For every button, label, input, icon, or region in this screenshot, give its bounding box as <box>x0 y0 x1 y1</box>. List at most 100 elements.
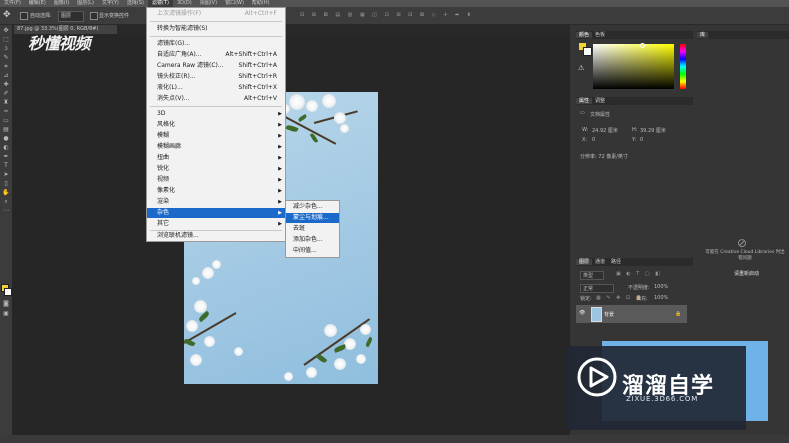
layer-filter-icons[interactable]: ▣ ◐ T ▢ ◧ <box>616 271 662 277</box>
eraser-icon[interactable]: ▭ <box>2 117 10 124</box>
filter-menu: 上次滤镜操作(F) Alt+Ctrl+F 转换为智能滤镜(S) 滤镜库(G)...… <box>146 7 286 242</box>
menu-view[interactable]: 视图(V) <box>196 0 221 7</box>
zoom-icon[interactable]: ⌕ <box>2 198 10 205</box>
marquee-icon[interactable]: ⬚ <box>2 36 10 43</box>
menu-item-convert-smart-filter[interactable]: 转换为智能滤镜(S) <box>147 24 285 34</box>
fill-label: 填充: <box>636 296 648 302</box>
align-icons[interactable]: ⊟ ⊞ ⊠ ▤ ▥ ▦ ◫ ⊡ ⊞ ⊟ ⊠ ◇ ✛ ⬌ ⬍ <box>300 12 474 18</box>
chevron-right-icon: ▶ <box>278 221 282 227</box>
hue-slider[interactable] <box>680 44 686 89</box>
x-value[interactable]: 0 <box>592 137 595 143</box>
move-icon[interactable]: ✥ <box>2 27 10 34</box>
menu-window[interactable]: 窗口(W) <box>221 0 248 7</box>
y-value[interactable]: 0 <box>640 137 643 143</box>
auto-select-dropdown[interactable]: 图层 <box>58 11 84 22</box>
menu-item-distort[interactable]: 扭曲 ▶ <box>147 153 285 163</box>
chevron-right-icon: ▶ <box>278 111 282 117</box>
menu-file[interactable]: 文件(F) <box>0 0 25 7</box>
path-select-icon[interactable]: ➤ <box>2 171 10 178</box>
gradient-icon[interactable]: ▤ <box>2 126 10 133</box>
brush-icon[interactable]: ✐ <box>2 90 10 97</box>
menu-item-median[interactable]: 中间值... <box>286 246 339 256</box>
layer-name[interactable]: 背景 <box>604 311 614 318</box>
menu-image[interactable]: 图像(I) <box>50 0 73 7</box>
menu-3d[interactable]: 3D(D) <box>173 0 196 7</box>
screen-mode-icon[interactable]: ▣ <box>2 310 10 317</box>
color-field[interactable] <box>593 44 674 89</box>
menu-item-3d[interactable]: 3D ▶ <box>147 109 285 119</box>
menu-item-other[interactable]: 其它 ▶ <box>147 219 285 229</box>
menu-item-pixelate[interactable]: 像素化 ▶ <box>147 186 285 196</box>
menu-type[interactable]: 文字(Y) <box>98 0 123 7</box>
chevron-right-icon: ▶ <box>278 122 282 128</box>
flower-shape <box>306 100 318 112</box>
tab-adjustments[interactable]: 调整 <box>592 98 608 104</box>
menu-item-stylize[interactable]: 风格化 ▶ <box>147 120 285 130</box>
menu-item-reduce-noise[interactable]: 减少杂色... <box>286 202 339 212</box>
menu-select[interactable]: 选择(S) <box>123 0 148 7</box>
lasso-icon[interactable]: ↄ <box>2 45 10 52</box>
pen-icon[interactable]: ✒ <box>2 153 10 160</box>
fill-value[interactable]: 100% <box>654 295 668 301</box>
height-value[interactable]: 39.29 厘米 <box>640 127 666 134</box>
quick-mask-icon[interactable]: ◙ <box>2 300 10 307</box>
shape-icon[interactable]: ▯ <box>2 180 10 187</box>
menu-item-add-noise[interactable]: 添加杂色... <box>286 235 339 245</box>
tab-properties[interactable]: 属性 <box>576 98 593 104</box>
width-value[interactable]: 24.92 厘米 <box>592 127 618 134</box>
healing-icon[interactable]: ✚ <box>2 81 10 88</box>
move-tool-icon[interactable]: ✥ <box>3 10 11 20</box>
show-transform-checkbox[interactable] <box>90 12 98 20</box>
menu-item-dust-and-scratches[interactable]: 蒙尘与划痕... <box>286 213 339 223</box>
eyedropper-icon[interactable]: ⊿ <box>2 72 10 79</box>
menu-item-filter-gallery[interactable]: 滤镜库(G)... <box>147 39 285 49</box>
crop-icon[interactable]: ⌗ <box>2 63 10 70</box>
blur-icon[interactable]: ● <box>2 135 10 142</box>
menu-item-video[interactable]: 视频 ▶ <box>147 175 285 185</box>
menu-item-render[interactable]: 渲染 ▶ <box>147 197 285 207</box>
quick-select-icon[interactable]: ✎ <box>2 54 10 61</box>
logo-watermark: 秒懂视频 <box>28 34 91 53</box>
menu-item-noise[interactable]: 杂色 ▶ <box>147 208 285 218</box>
history-brush-icon[interactable]: ✑ <box>2 108 10 115</box>
menu-item-liquify[interactable]: 液化(L)... Shift+Ctrl+X <box>147 83 285 93</box>
menu-edit[interactable]: 编辑(E) <box>25 0 50 7</box>
menu-layer[interactable]: 图层(L) <box>73 0 98 7</box>
menu-item-adaptive-wide-angle[interactable]: 自适应广角(A)... Alt+Shift+Ctrl+A <box>147 50 285 60</box>
properties-panel-header: 属性 调整 <box>576 97 693 105</box>
tab-color[interactable]: 颜色 <box>576 32 593 38</box>
auto-select-checkbox[interactable] <box>20 12 28 20</box>
menu-help[interactable]: 帮助(H) <box>248 0 274 7</box>
tab-swatches[interactable]: 色板 <box>592 32 608 38</box>
menu-item-browse-online-filters[interactable]: 浏览联机滤镜... <box>147 231 285 241</box>
eye-icon[interactable]: 👁 <box>579 310 585 316</box>
dodge-icon[interactable]: ◐ <box>2 144 10 151</box>
menu-item-lens-correction[interactable]: 镜头校正(R)... Shift+Ctrl+R <box>147 72 285 82</box>
menu-item-blur-gallery[interactable]: 模糊画廊 ▶ <box>147 142 285 152</box>
menu-item-last-filter[interactable]: 上次滤镜操作(F) Alt+Ctrl+F <box>147 9 285 19</box>
color-picker-cursor[interactable] <box>640 43 645 48</box>
menu-item-sharpen[interactable]: 锐化 ▶ <box>147 164 285 174</box>
tab-library[interactable]: 库 <box>697 32 709 38</box>
type-icon[interactable]: T <box>2 162 10 169</box>
background-swatch[interactable] <box>583 47 592 56</box>
layer-kind-filter[interactable]: 类型 <box>580 271 605 280</box>
blend-mode-dropdown[interactable]: 正常 <box>580 284 615 293</box>
resolution-text: 分辨率: 72 像素/英寸 <box>580 154 628 160</box>
hand-icon[interactable]: ✋ <box>2 189 10 196</box>
chevron-right-icon: ▶ <box>278 210 282 216</box>
menu-item-camera-raw[interactable]: Camera Raw 滤镜(C)... Shift+Ctrl+A <box>147 61 285 71</box>
restart-link[interactable]: 请重新启动 <box>734 270 759 277</box>
tab-paths[interactable]: 路径 <box>608 259 624 265</box>
tab-channels[interactable]: 通道 <box>592 259 608 265</box>
menu-filter[interactable]: 滤镜(T) <box>147 0 173 7</box>
menu-item-despeckle[interactable]: 去斑 <box>286 224 339 234</box>
menu-item-blur[interactable]: 模糊 ▶ <box>147 131 285 141</box>
menu-item-vanishing-point[interactable]: 消失点(V)... Alt+Ctrl+V <box>147 94 285 104</box>
background-color-swatch[interactable] <box>4 288 12 296</box>
tab-layers[interactable]: 图层 <box>576 259 593 265</box>
stamp-icon[interactable]: ♜ <box>2 99 10 106</box>
flower-shape <box>192 277 200 285</box>
opacity-value[interactable]: 100% <box>654 284 668 290</box>
more-tools-icon[interactable]: ⋯ <box>2 207 10 214</box>
